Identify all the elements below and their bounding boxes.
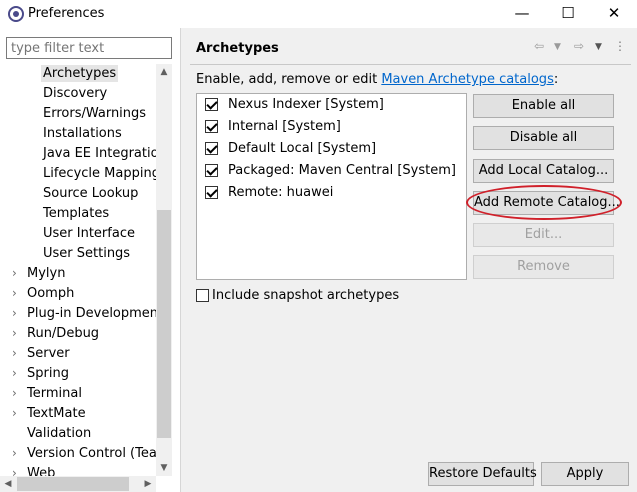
- eclipse-icon: [8, 6, 24, 22]
- tree-item-discovery[interactable]: Discovery: [43, 84, 107, 104]
- page-title: Archetypes: [196, 41, 279, 56]
- catalog-checkbox[interactable]: [205, 120, 218, 133]
- tree-vertical-scrollbar[interactable]: ▲ ▼: [156, 64, 172, 476]
- tree-item-version-control[interactable]: Version Control (Team): [27, 444, 156, 464]
- apply-button[interactable]: Apply: [541, 462, 629, 486]
- disable-all-button[interactable]: Disable all: [473, 126, 614, 150]
- preference-nav-pane: Archetypes Discovery Errors/Warnings Ins…: [0, 28, 181, 492]
- edit-button[interactable]: Edit...: [473, 223, 614, 247]
- expand-chevron-icon[interactable]: ›: [12, 304, 22, 324]
- header-separator: [190, 64, 631, 65]
- tree-item-terminal[interactable]: Terminal: [27, 384, 82, 404]
- filter-input[interactable]: [6, 37, 172, 59]
- expand-chevron-icon[interactable]: ›: [12, 344, 22, 364]
- catalog-list: Nexus Indexer [System] Internal [System]…: [196, 93, 467, 280]
- tree-item-server[interactable]: Server: [27, 344, 70, 364]
- expand-chevron-icon[interactable]: ›: [12, 404, 22, 424]
- tree-item-archetypes[interactable]: Archetypes: [41, 64, 119, 84]
- back-arrow-icon[interactable]: ⇦: [534, 39, 544, 53]
- view-menu-chevron-icon[interactable]: ▼: [595, 42, 602, 52]
- include-snapshot-checkbox[interactable]: [196, 289, 209, 302]
- maximize-button[interactable]: ☐: [545, 0, 591, 28]
- tree-item-java-ee-integration[interactable]: Java EE Integration: [43, 144, 156, 164]
- catalog-checkbox[interactable]: [205, 164, 218, 177]
- enable-all-button[interactable]: Enable all: [473, 94, 614, 118]
- expand-chevron-icon[interactable]: ›: [12, 284, 22, 304]
- expand-chevron-icon[interactable]: ›: [12, 324, 22, 344]
- preference-tree: Archetypes Discovery Errors/Warnings Ins…: [0, 64, 156, 476]
- tree-item-installations[interactable]: Installations: [43, 124, 122, 144]
- add-remote-catalog-button[interactable]: Add Remote Catalog...: [473, 191, 620, 215]
- minimize-button[interactable]: —: [499, 0, 545, 28]
- vertical-scroll-thumb[interactable]: [157, 210, 171, 438]
- tree-item-templates[interactable]: Templates: [43, 204, 109, 224]
- horizontal-scroll-thumb[interactable]: [17, 477, 129, 491]
- remove-button[interactable]: Remove: [473, 255, 614, 279]
- expand-chevron-icon[interactable]: ›: [12, 364, 22, 384]
- back-menu-chevron-icon[interactable]: ▼: [554, 42, 561, 52]
- tree-item-web[interactable]: Web: [27, 464, 55, 476]
- tree-item-lifecycle-mappings[interactable]: Lifecycle Mappings: [43, 164, 156, 184]
- expand-chevron-icon[interactable]: ›: [12, 444, 22, 464]
- catalog-checkbox[interactable]: [205, 98, 218, 111]
- tree-item-plugin-development[interactable]: Plug-in Development: [27, 304, 156, 324]
- scroll-right-arrow-icon[interactable]: ▶: [140, 476, 156, 492]
- tree-item-run-debug[interactable]: Run/Debug: [27, 324, 99, 344]
- tree-item-textmate[interactable]: TextMate: [27, 404, 86, 424]
- restore-defaults-button[interactable]: Restore Defaults: [428, 462, 537, 486]
- title-bar: Preferences — ☐ ✕: [0, 0, 637, 28]
- expand-chevron-icon[interactable]: ›: [12, 264, 22, 284]
- tree-item-errors-warnings[interactable]: Errors/Warnings: [43, 104, 146, 124]
- tree-horizontal-scrollbar[interactable]: ◀ ▶: [0, 476, 156, 492]
- scroll-left-arrow-icon[interactable]: ◀: [0, 476, 16, 492]
- add-local-catalog-button[interactable]: Add Local Catalog...: [473, 159, 614, 183]
- expand-chevron-icon[interactable]: ›: [12, 384, 22, 404]
- forward-arrow-icon[interactable]: ⇨: [574, 39, 584, 53]
- tree-item-source-lookup[interactable]: Source Lookup: [43, 184, 138, 204]
- catalog-checkbox[interactable]: [205, 142, 218, 155]
- window-title: Preferences: [28, 6, 105, 21]
- scroll-down-arrow-icon[interactable]: ▼: [156, 460, 172, 476]
- maven-catalogs-link[interactable]: Maven Archetype catalogs: [381, 72, 554, 87]
- tree-item-spring[interactable]: Spring: [27, 364, 69, 384]
- more-options-icon[interactable]: ⋮: [614, 39, 626, 53]
- tree-item-validation[interactable]: Validation: [27, 424, 91, 444]
- tree-item-user-settings[interactable]: User Settings: [43, 244, 130, 264]
- tree-item-user-interface[interactable]: User Interface: [43, 224, 135, 244]
- catalog-checkbox[interactable]: [205, 186, 218, 199]
- scroll-up-arrow-icon[interactable]: ▲: [156, 64, 172, 80]
- page-description: Enable, add, remove or edit Maven Archet…: [196, 72, 559, 87]
- tree-item-mylyn[interactable]: Mylyn: [27, 264, 65, 284]
- close-button[interactable]: ✕: [591, 0, 637, 28]
- expand-chevron-icon[interactable]: ›: [12, 464, 22, 476]
- tree-item-oomph[interactable]: Oomph: [27, 284, 74, 304]
- preference-page: Archetypes ⇦ ▼ ⇨ ▼ ⋮ Enable, add, remove…: [182, 28, 637, 492]
